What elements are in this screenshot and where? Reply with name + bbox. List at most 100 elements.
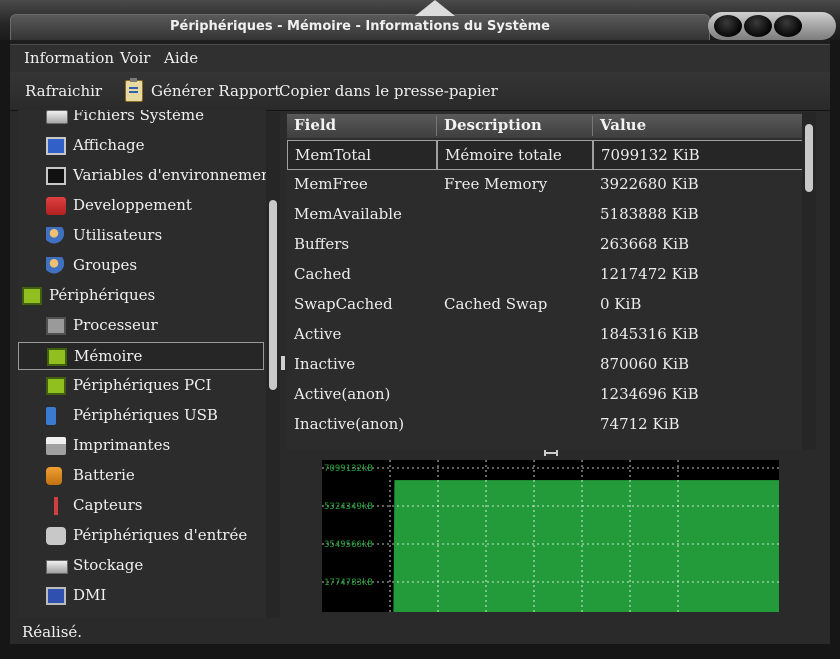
sidebar-item[interactable]: DMI — [18, 582, 264, 610]
sidebar-item[interactable]: Périphériques USB — [18, 402, 264, 430]
storage-icon — [46, 560, 68, 574]
cell-description: Mémoire totale — [437, 140, 593, 170]
graph-resize-handle[interactable] — [544, 450, 558, 456]
cell-description: Cached Swap — [444, 295, 548, 313]
users-icon — [46, 227, 66, 245]
sidebar-scrollbar-thumb[interactable] — [269, 200, 277, 390]
menu-information[interactable]: Information — [24, 49, 114, 67]
cell-field: MemTotal — [287, 140, 437, 170]
cell-field: Inactive(anon) — [294, 415, 405, 433]
pane-resize-handle[interactable] — [281, 356, 285, 370]
column-field[interactable]: Field — [287, 116, 437, 136]
sidebar-item-label: Imprimantes — [73, 436, 171, 454]
menu-voir[interactable]: Voir — [120, 49, 150, 67]
table-row[interactable]: Active(anon) 1234696 KiB — [287, 380, 803, 410]
sidebar-item-label: Developpement — [73, 196, 192, 214]
cell-description — [437, 320, 593, 350]
refresh-button[interactable]: Rafraichir — [25, 82, 102, 100]
window-frame-right — [830, 40, 840, 659]
dmi-icon — [46, 587, 66, 605]
sidebar-item[interactable]: Processeur — [18, 312, 264, 340]
sidebar-item-label: Périphériques d'entrée — [73, 526, 248, 544]
close-button[interactable] — [774, 15, 802, 37]
cell-description — [437, 200, 593, 230]
cell-value: 263668 KiB — [600, 235, 690, 253]
table-row[interactable]: Buffers 263668 KiB — [287, 230, 803, 260]
table-row[interactable]: Inactive(anon) 74712 KiB — [287, 410, 803, 440]
sidebar-item[interactable]: Périphériques — [18, 282, 264, 310]
sidebar-item[interactable]: Affichage — [18, 132, 264, 160]
sidebar-item[interactable]: Utilisateurs — [18, 222, 264, 250]
column-value[interactable]: Value — [593, 116, 803, 136]
sidebar-item[interactable]: Fichiers Système — [18, 110, 264, 130]
graph-y-label: 7099132kB — [324, 464, 373, 474]
maximize-button[interactable] — [744, 15, 772, 37]
statusbar: Réalisé. — [10, 620, 830, 644]
sidebar-scrollbar[interactable] — [266, 112, 280, 618]
sidebar-item[interactable]: Capteurs — [18, 492, 264, 520]
sidebar-item[interactable]: Batterie — [18, 462, 264, 490]
minimize-button[interactable] — [714, 15, 742, 37]
window-title: Périphériques - Mémoire - Informations d… — [170, 19, 550, 34]
table-scrollbar[interactable] — [802, 112, 816, 450]
cell-value: 1845316 KiB — [600, 325, 699, 343]
memory-icon — [47, 348, 67, 366]
table-row[interactable]: Active 1845316 KiB — [287, 320, 803, 350]
cell-description — [437, 230, 593, 260]
sidebar-item[interactable]: Périphériques PCI — [18, 372, 264, 400]
sidebar-item-label: Périphériques USB — [73, 406, 218, 424]
cell-field: MemAvailable — [294, 205, 402, 223]
battery-icon — [46, 467, 62, 485]
window-titlebar[interactable]: Périphériques - Mémoire - Informations d… — [0, 0, 840, 40]
table-row[interactable]: Cached 1217472 KiB — [287, 260, 803, 290]
cell-value: 3922680 KiB — [600, 175, 699, 193]
report-icon[interactable] — [125, 78, 143, 102]
cell-field: Active — [294, 325, 342, 343]
pci-icon — [46, 377, 66, 395]
sidebar-item-label: Fichiers Système — [73, 110, 205, 124]
usb-icon — [46, 407, 56, 425]
sidebar-item-label: Groupes — [73, 256, 138, 274]
drive-icon — [46, 110, 68, 124]
sidebar-item[interactable]: Developpement — [18, 192, 264, 220]
generate-report-button[interactable]: Générer Rapport — [151, 82, 280, 100]
table-scrollbar-thumb[interactable] — [805, 124, 813, 192]
sidebar-item[interactable]: Périphériques d'entrée — [18, 522, 264, 550]
table-row[interactable]: Inactive 870060 KiB — [287, 350, 803, 380]
sidebar-item[interactable]: Groupes — [18, 252, 264, 280]
memory-usage-area — [322, 480, 779, 612]
processor-icon — [46, 317, 66, 335]
sidebar-item-label: Variables d'environnement — [73, 166, 266, 184]
sidebar-item[interactable]: Variables d'environnement — [18, 162, 266, 190]
memory-table: Field Description Value MemTotal Mémoire … — [287, 112, 815, 450]
copy-to-clipboard-button[interactable]: Copier dans le presse-papier — [279, 82, 498, 100]
sidebar-item-label: Mémoire — [74, 347, 143, 365]
sidebar-item[interactable]: Stockage — [18, 552, 264, 580]
title-decoration-icon — [415, 0, 455, 16]
column-description[interactable]: Description — [437, 116, 593, 136]
window-frame-bottom — [0, 644, 840, 659]
menu-aide[interactable]: Aide — [164, 49, 198, 67]
table-row[interactable]: MemFree Free Memory 3922680 KiB — [287, 170, 803, 200]
table-row[interactable]: MemAvailable 5183888 KiB — [287, 200, 803, 230]
window-frame-left — [0, 40, 10, 659]
status-text: Réalisé. — [22, 623, 83, 641]
cell-field: Inactive — [294, 355, 356, 373]
devices-icon — [22, 287, 42, 305]
cell-field: MemFree — [294, 175, 368, 193]
cell-value: 5183888 KiB — [600, 205, 699, 223]
window-controls — [708, 12, 836, 40]
sidebar-item-label: Processeur — [73, 316, 158, 334]
sidebar-item[interactable]: Mémoire — [18, 342, 264, 370]
memory-graph-svg: 7099132kB 5324349kB 3549566kB 1774783kB — [322, 460, 779, 612]
table-row[interactable]: SwapCached Cached Swap 0 KiB — [287, 290, 803, 320]
sidebar-item[interactable]: Imprimantes — [18, 432, 264, 460]
sidebar-item-label: DMI — [73, 586, 107, 604]
printer-icon — [46, 437, 66, 455]
table-row[interactable]: MemTotal Mémoire totale 7099132 KiB — [287, 140, 803, 170]
cell-description: Free Memory — [444, 175, 548, 193]
cell-description — [437, 410, 593, 440]
title-tab: Périphériques - Mémoire - Informations d… — [10, 14, 710, 40]
cell-value: 1217472 KiB — [600, 265, 699, 283]
graph-y-label: 5324349kB — [324, 502, 373, 512]
